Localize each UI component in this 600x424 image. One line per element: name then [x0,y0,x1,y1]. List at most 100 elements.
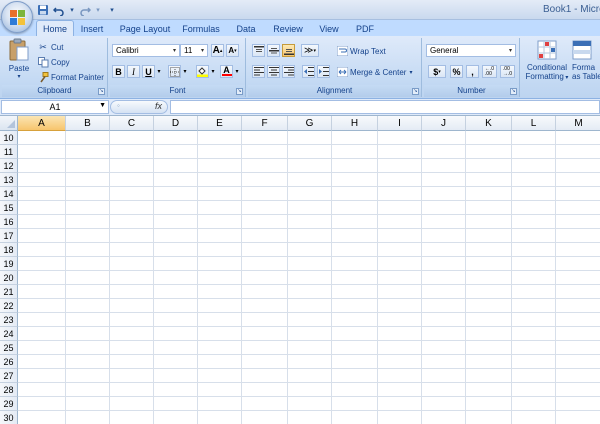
align-left-button[interactable] [252,65,265,78]
row-header-21[interactable]: 21 [0,285,18,299]
formula-input[interactable] [170,100,600,114]
clipboard-launcher-icon[interactable]: ↘ [98,88,105,95]
bold-button[interactable]: B [112,65,125,78]
column-header-e[interactable]: E [198,116,242,131]
align-top-button[interactable] [252,44,265,57]
orientation-button[interactable]: ≫ ▾ [301,44,319,57]
row-header-29[interactable]: 29 [0,397,18,411]
column-header-j[interactable]: J [422,116,466,131]
column-header-g[interactable]: G [288,116,332,131]
fill-color-dropdown-icon[interactable]: ▾ [209,65,217,78]
row-header-25[interactable]: 25 [0,341,18,355]
increase-decimal-button[interactable]: ←.0.00 [482,65,497,78]
row-header-23[interactable]: 23 [0,313,18,327]
row-header-15[interactable]: 15 [0,201,18,215]
column-header-i[interactable]: I [378,116,422,131]
italic-button[interactable]: I [127,65,140,78]
percent-button[interactable]: % [450,65,463,78]
align-bottom-button[interactable] [282,44,295,57]
tab-review[interactable]: Review [270,21,306,36]
align-center-button[interactable] [267,65,280,78]
grow-font-button[interactable]: A ▴ [211,44,224,57]
tab-pdf[interactable]: PDF [352,21,378,36]
collapse-icon[interactable]: ◦ [117,101,120,110]
column-header-m[interactable]: M [556,116,600,131]
merge-center-button[interactable]: Merge & Center ▾ [336,66,412,78]
row-header-18[interactable]: 18 [0,243,18,257]
font-color-button[interactable]: A [220,65,233,78]
row-header-19[interactable]: 19 [0,257,18,271]
number-format-combo[interactable]: General ▾ [426,44,516,57]
row-header-14[interactable]: 14 [0,187,18,201]
redo-dropdown-icon[interactable]: ▾ [94,3,102,17]
row-header-12[interactable]: 12 [0,159,18,173]
cell-area[interactable] [18,131,600,424]
column-header-b[interactable]: B [66,116,110,131]
number-launcher-icon[interactable]: ↘ [510,88,517,95]
chevron-down-icon[interactable]: ▾ [199,46,206,55]
redo-icon[interactable] [78,3,92,17]
row-header-26[interactable]: 26 [0,355,18,369]
cut-button[interactable]: ✂ Cut [37,41,63,53]
row-header-17[interactable]: 17 [0,229,18,243]
row-header-27[interactable]: 27 [0,369,18,383]
office-button[interactable] [1,1,33,33]
save-icon[interactable] [36,3,50,17]
align-right-button[interactable] [282,65,295,78]
copy-button[interactable]: Copy [37,56,70,68]
conditional-formatting-button[interactable]: Conditional Formatting ▾ [524,40,570,81]
row-header-28[interactable]: 28 [0,383,18,397]
select-all-button[interactable] [0,116,18,131]
row-header-13[interactable]: 13 [0,173,18,187]
column-header-a[interactable]: A [18,116,66,131]
format-painter-button[interactable]: Format Painter [37,71,104,83]
wrap-text-button[interactable]: Wrap Text [336,45,386,57]
column-header-k[interactable]: K [466,116,512,131]
fill-color-button[interactable] [196,65,209,78]
decrease-indent-button[interactable] [302,65,315,78]
column-header-f[interactable]: F [242,116,288,131]
decrease-decimal-button[interactable]: .00 →.0 [500,65,515,78]
format-as-table-button[interactable]: Forma as Table [572,40,600,81]
row-header-20[interactable]: 20 [0,271,18,285]
row-header-16[interactable]: 16 [0,215,18,229]
insert-function-icon[interactable]: fx [155,101,162,111]
tab-formulas[interactable]: Formulas [180,21,222,36]
borders-dropdown-icon[interactable]: ▾ [181,65,189,78]
paste-button[interactable]: Paste ▾ [4,38,34,84]
row-header-11[interactable]: 11 [0,145,18,159]
currency-button[interactable]: $ ▾ [428,65,446,78]
tab-data[interactable]: Data [232,21,260,36]
column-header-c[interactable]: C [110,116,154,131]
row-header-22[interactable]: 22 [0,299,18,313]
name-box[interactable]: A1 ▼ [1,100,109,114]
tab-page-layout[interactable]: Page Layout [118,21,172,36]
chevron-down-icon[interactable]: ▾ [507,46,514,55]
column-header-d[interactable]: D [154,116,198,131]
tab-home[interactable]: Home [36,20,74,36]
column-header-h[interactable]: H [332,116,378,131]
row-header-10[interactable]: 10 [0,131,18,145]
alignment-launcher-icon[interactable]: ↘ [412,88,419,95]
underline-dropdown-icon[interactable]: ▾ [155,65,163,78]
font-name-combo[interactable]: Calibri ▾ [112,44,180,57]
chevron-down-icon[interactable]: ▾ [171,46,178,55]
font-launcher-icon[interactable]: ↘ [236,88,243,95]
align-middle-button[interactable] [267,44,280,57]
underline-button[interactable]: U [142,65,155,78]
undo-icon[interactable] [52,3,66,17]
borders-button[interactable] [168,65,181,78]
customize-qat-icon[interactable]: ▾ [108,3,116,17]
tab-insert[interactable]: Insert [76,21,108,36]
row-header-24[interactable]: 24 [0,327,18,341]
chevron-down-icon[interactable]: ▼ [99,102,106,109]
row-header-30[interactable]: 30 [0,411,18,424]
font-color-dropdown-icon[interactable]: ▾ [233,65,241,78]
tab-view[interactable]: View [314,21,344,36]
increase-indent-button[interactable] [317,65,330,78]
shrink-font-button[interactable]: A ▾ [226,44,239,57]
column-header-l[interactable]: L [512,116,556,131]
undo-dropdown-icon[interactable]: ▾ [68,3,76,17]
comma-button[interactable]: , [466,65,479,78]
font-size-combo[interactable]: 11 ▾ [180,44,208,57]
